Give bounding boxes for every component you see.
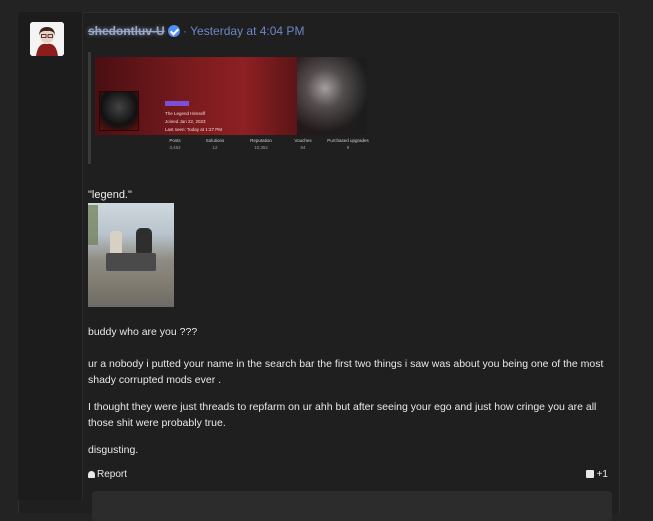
post-meta: shedontluv-U · Yesterday at 4:04 PM xyxy=(88,24,304,38)
photo-table xyxy=(106,253,156,271)
quoted-profile-avatar xyxy=(99,91,139,131)
post-paragraph: ur a nobody i putted your name in the se… xyxy=(88,358,604,386)
like-count: +1 xyxy=(596,469,608,480)
like-button[interactable]: +1 xyxy=(585,469,608,480)
stat-solutions: Solutions 12 xyxy=(195,138,235,150)
stat-label: Purchased upgrades xyxy=(327,138,369,143)
stat-posts: Posts 3,462 xyxy=(155,138,195,150)
quoted-profile-banner-image[interactable]: The Legend Himself Joined Jan 22, 2023 L… xyxy=(95,57,367,135)
thumbs-up-icon xyxy=(585,470,594,478)
reactions-bar xyxy=(92,491,612,521)
post-paragraph: I thought they were just threads to repf… xyxy=(88,401,597,429)
report-icon xyxy=(88,471,95,478)
attached-photo[interactable] xyxy=(88,203,174,307)
photo-tree xyxy=(88,205,98,245)
stat-reputation: Reputation 10,352 xyxy=(241,138,281,150)
quoted-text: "legend." xyxy=(88,189,132,201)
stat-value: 10,352 xyxy=(254,145,268,150)
post-timestamp[interactable]: Yesterday at 4:04 PM xyxy=(190,24,304,38)
quoted-title-line: The Legend Himself xyxy=(165,111,206,116)
quoted-username-badge xyxy=(165,101,189,106)
stat-purchased-upgrades: Purchased upgrades 9 xyxy=(323,138,373,150)
stat-label: Solutions xyxy=(205,138,225,143)
username-link[interactable]: shedontluv-U xyxy=(88,24,165,38)
post-paragraph: buddy who are you ??? xyxy=(88,326,198,338)
stat-vouches: Vouches 84 xyxy=(283,138,323,150)
avatar-image xyxy=(30,22,64,56)
stat-label: Vouches xyxy=(294,138,312,143)
stat-value: 9 xyxy=(346,145,350,150)
stat-value: 3,462 xyxy=(169,145,181,150)
stat-value: 12 xyxy=(212,145,218,150)
report-button[interactable]: Report xyxy=(88,469,127,480)
avatar[interactable] xyxy=(30,22,64,56)
banner-artwork xyxy=(297,57,367,135)
photo-person-right xyxy=(136,228,152,256)
post-body: shedontluv-U · Yesterday at 4:04 PM The … xyxy=(88,12,618,521)
stat-label: Reputation xyxy=(250,138,272,143)
quoted-profile-stats: Posts 3,462 Solutions 12 Reputation 10,3… xyxy=(95,138,368,158)
stat-value: 84 xyxy=(300,145,306,150)
verified-badge-icon xyxy=(167,25,180,37)
post-actions: Report +1 xyxy=(88,469,608,485)
meta-separator: · xyxy=(183,24,188,38)
stat-label: Posts xyxy=(169,138,181,143)
author-rail xyxy=(18,12,83,500)
quote-border xyxy=(88,52,91,164)
post-paragraph: disgusting. xyxy=(88,444,139,456)
report-label: Report xyxy=(97,469,128,480)
quoted-last-seen: Last seen: Today at 1:27 PM xyxy=(165,127,222,132)
quoted-joined: Joined Jan 22, 2023 xyxy=(165,119,206,124)
